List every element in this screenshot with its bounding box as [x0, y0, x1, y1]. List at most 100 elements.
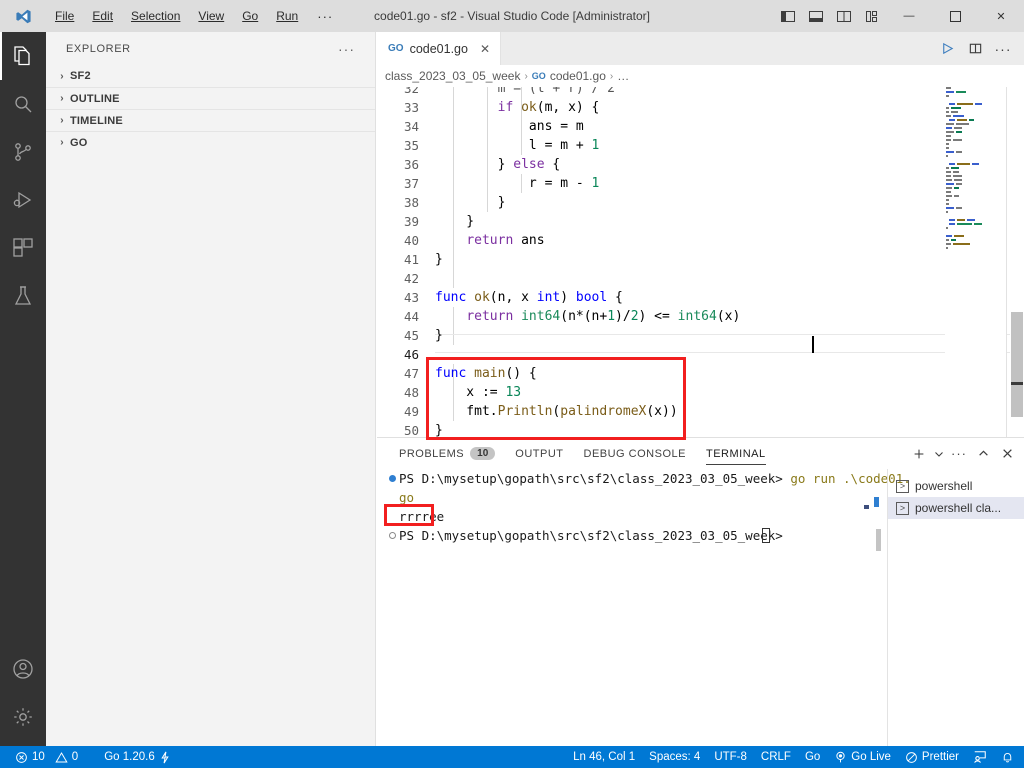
terminal-item-powershell-cla[interactable]: > powershell cla... — [888, 497, 1024, 519]
error-count[interactable]: 10 0 — [8, 746, 85, 768]
explorer-icon[interactable] — [0, 32, 46, 80]
toggle-panel-icon[interactable] — [802, 0, 830, 32]
tab-code01-go[interactable]: GO code01.go ✕ — [377, 32, 502, 65]
terminal-dropdown-icon[interactable] — [932, 440, 946, 468]
line-number: 49 — [403, 404, 419, 419]
code-line: 32 m = (l + r) / 2 — [377, 87, 1024, 98]
terminal-output-value: rrrree — [399, 509, 445, 524]
extensions-icon[interactable] — [0, 224, 46, 272]
sidebar-item-timeline[interactable]: › TIMELINE — [46, 109, 375, 131]
terminal-item-label: powershell — [915, 479, 973, 493]
menu-bar[interactable]: File Edit Selection View Go Run ··· — [46, 5, 343, 28]
tab-terminal[interactable]: TERMINAL — [696, 438, 776, 469]
language-mode[interactable]: Go — [798, 746, 827, 768]
split-editor-icon[interactable] — [962, 32, 988, 65]
indentation[interactable]: Spaces: 4 — [642, 746, 707, 768]
code-text: } — [435, 328, 443, 343]
manage-settings-icon[interactable] — [0, 693, 46, 741]
bottom-panel: PROBLEMS 10 OUTPUT DEBUG CONSOLE TERMINA… — [377, 437, 1024, 748]
line-number: 32 — [403, 87, 419, 96]
breadcrumb-symbol[interactable]: … — [617, 69, 629, 83]
source-control-icon[interactable] — [0, 128, 46, 176]
minimap-line — [945, 223, 1007, 226]
toggle-secondary-sidebar-icon[interactable] — [830, 0, 858, 32]
indentation-label: Spaces: 4 — [649, 751, 701, 763]
sidebar-item-outline[interactable]: › OUTLINE — [46, 87, 375, 109]
close-panel-icon[interactable] — [996, 440, 1018, 468]
lightning-icon — [159, 751, 171, 764]
code-line: 34 ans = m — [377, 117, 1024, 136]
terminal-item-powershell[interactable]: > powershell — [888, 475, 1024, 497]
go-icon: GO — [531, 71, 546, 81]
minimap-line — [945, 99, 1007, 102]
terminal-output[interactable]: PS D:\mysetup\gopath\src\sf2\class_2023_… — [377, 469, 911, 748]
sidebar-item-label: SF2 — [70, 70, 91, 82]
breadcrumb-file[interactable]: code01.go — [550, 69, 606, 83]
code-text: l = m + 1 — [435, 138, 600, 153]
breadcrumb-folder[interactable]: class_2023_03_05_week — [385, 69, 520, 83]
minimap-line — [945, 159, 1007, 162]
menu-go[interactable]: Go — [233, 5, 267, 27]
code-editor[interactable]: 32 m = (l + r) / 2 33 if ok(m, x) { 34 a… — [377, 87, 1024, 437]
menu-view[interactable]: View — [189, 5, 233, 27]
maximize-panel-icon[interactable] — [972, 440, 994, 468]
minimap-line — [945, 191, 1007, 194]
accounts-icon[interactable] — [0, 645, 46, 693]
testing-icon[interactable] — [0, 272, 46, 320]
prettier[interactable]: Prettier — [898, 746, 966, 768]
cursor-position[interactable]: Ln 46, Col 1 — [566, 746, 642, 768]
terminal-instances-list: > powershell > powershell cla... — [887, 469, 1024, 748]
terminal-icon: > — [896, 501, 909, 515]
menu-run[interactable]: Run — [267, 5, 307, 27]
notifications[interactable] — [994, 746, 1024, 768]
sidebar-item-go[interactable]: › GO — [46, 131, 375, 153]
line-number: 43 — [403, 290, 419, 305]
scrollbar-thumb[interactable] — [1011, 312, 1023, 417]
customize-layout-icon[interactable] — [858, 0, 886, 32]
close-icon[interactable]: ✕ — [480, 42, 490, 56]
code-text: m = (l + r) / 2 — [435, 87, 616, 96]
terminal-item-label: powershell cla... — [915, 501, 1002, 515]
minimap-line — [945, 143, 1007, 146]
run-code-icon[interactable] — [934, 32, 960, 65]
tab-problems[interactable]: PROBLEMS 10 — [389, 438, 505, 469]
encoding[interactable]: UTF-8 — [707, 746, 754, 768]
go-version[interactable]: Go 1.20.6 — [97, 746, 178, 768]
search-icon[interactable] — [0, 80, 46, 128]
code-text: } — [435, 423, 443, 437]
tab-debug-console[interactable]: DEBUG CONSOLE — [574, 438, 696, 469]
toggle-primary-sidebar-icon[interactable] — [774, 0, 802, 32]
terminal-scrollbar[interactable] — [864, 469, 884, 748]
go-live[interactable]: Go Live — [827, 746, 898, 768]
menu-file[interactable]: File — [46, 5, 83, 27]
sidebar-item-sf2[interactable]: › SF2 — [46, 65, 375, 87]
terminal-scrollbar-thumb[interactable] — [876, 529, 881, 551]
panel-more-icon[interactable]: ··· — [948, 440, 970, 468]
close-button[interactable]: ✕ — [978, 0, 1024, 32]
editor-vertical-scrollbar[interactable] — [1010, 87, 1024, 437]
code-text: func ok(n, x int) bool { — [435, 290, 623, 305]
code-text: } — [435, 195, 506, 210]
eol[interactable]: CRLF — [754, 746, 798, 768]
minimap[interactable] — [945, 87, 1007, 437]
chevron-right-icon: › — [60, 137, 64, 148]
minimap-line — [945, 95, 1007, 98]
new-terminal-icon[interactable] — [908, 440, 930, 468]
code-text: func main() { — [435, 366, 537, 381]
editor-actions: ··· — [934, 32, 1024, 65]
tab-output[interactable]: OUTPUT — [505, 438, 573, 469]
line-number: 36 — [403, 157, 419, 172]
line-number: 42 — [403, 271, 419, 286]
more-actions-icon[interactable]: ··· — [990, 32, 1016, 65]
sidebar-more-icon[interactable]: ··· — [338, 41, 355, 57]
eol-label: CRLF — [760, 751, 791, 763]
live-share[interactable] — [966, 746, 994, 768]
explorer-sidebar: EXPLORER ··· › SF2 › OUTLINE › TIMELINE … — [46, 32, 376, 747]
run-and-debug-icon[interactable] — [0, 176, 46, 224]
maximize-button[interactable] — [932, 0, 978, 32]
menu-selection[interactable]: Selection — [122, 5, 189, 27]
menu-more-icon[interactable]: ··· — [307, 5, 343, 28]
menu-edit[interactable]: Edit — [83, 5, 122, 27]
code-content: 32 m = (l + r) / 2 33 if ok(m, x) { 34 a… — [377, 87, 1024, 437]
minimize-button[interactable]: — — [886, 0, 932, 32]
